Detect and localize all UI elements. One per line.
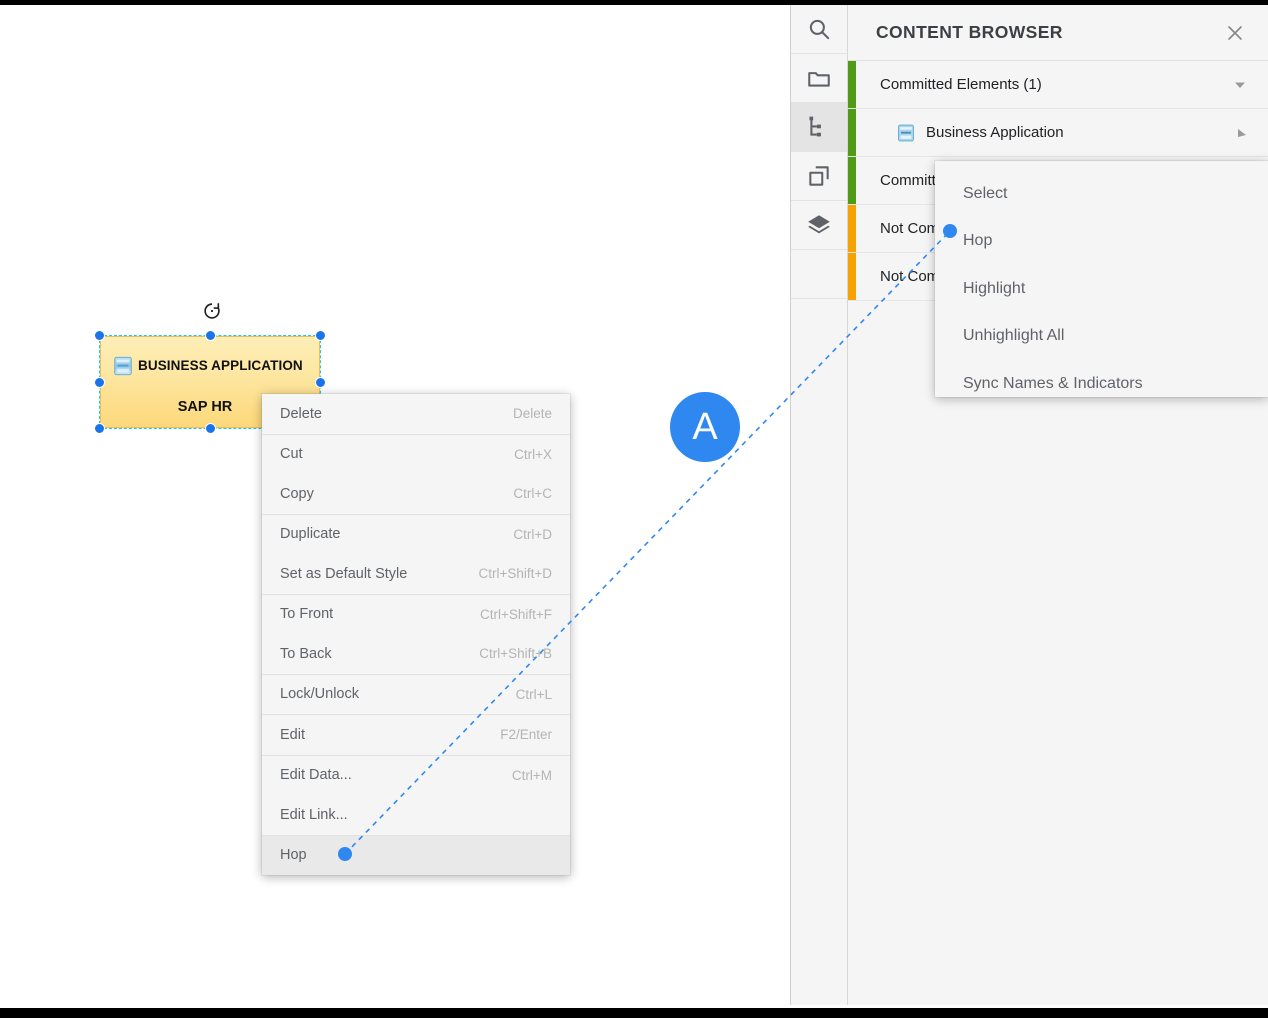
hop-submenu[interactable]: Select Hop Highlight Unhighlight All Sync Na… [935, 161, 1268, 397]
context-menu-group: Hop [262, 835, 570, 875]
status-badge [848, 253, 856, 300]
context-menu-item-label: Cut [280, 446, 303, 463]
context-menu-item[interactable]: Duplicate Ctrl+D [262, 515, 570, 555]
context-menu-item-label: To Back [280, 645, 332, 662]
annotation-marker-label: A [692, 406, 718, 448]
context-menu-item-label: Delete [280, 405, 322, 422]
context-menu-item-shortcut: Ctrl+C [513, 486, 552, 502]
content-browser: CONTENT BROWSER Committed Elements (1) Bu… [848, 5, 1268, 1005]
resize-handle-ne[interactable] [315, 330, 326, 341]
content-browser-header: CONTENT BROWSER [848, 5, 1268, 61]
context-menu-item-label: Edit [280, 726, 305, 743]
app-root: BUSINESS APPLICATION SAP HR Delete Delete… [0, 0, 1268, 1018]
context-menu-group: To Front Ctrl+Shift+F To Back Ctrl+Shift+B [262, 595, 570, 675]
annotation-marker-a: A [670, 392, 740, 462]
context-menu-item-label: Edit Data... [280, 767, 352, 784]
context-menu-item[interactable]: Cut Ctrl+X [262, 435, 570, 475]
folder-icon[interactable] [791, 54, 847, 103]
context-menu-item-label: Duplicate [280, 526, 341, 543]
submenu-item[interactable]: Unhighlight All [935, 313, 1268, 361]
context-menu-item[interactable]: Hop [262, 835, 570, 875]
shape-title: BUSINESS APPLICATION [138, 358, 303, 373]
context-menu-item-shortcut: Ctrl+Shift+F [479, 606, 552, 622]
context-menu-item[interactable]: Edit Data... Ctrl+M [262, 756, 570, 796]
resize-handle-s[interactable] [205, 423, 216, 434]
arrow-right-icon[interactable] [1236, 127, 1248, 139]
submenu-item-label: Highlight [963, 279, 1026, 297]
right-panel: CONTENT BROWSER Committed Elements (1) Bu… [790, 5, 1268, 1005]
rail-spacer [791, 250, 847, 299]
context-menu-item-label: Edit Link... [280, 806, 348, 823]
resize-handle-sw[interactable] [94, 423, 105, 434]
table-row[interactable]: Committed Elements (1) [848, 61, 1268, 109]
context-menu-item-label: Set as Default Style [280, 565, 408, 582]
submenu-item-label: Hop [963, 232, 993, 250]
context-menu-item-shortcut: Ctrl+D [513, 526, 552, 542]
page-title: CONTENT BROWSER [876, 22, 1063, 42]
submenu-item[interactable]: Hop [935, 218, 1268, 266]
context-menu-item[interactable]: Lock/Unlock Ctrl+L [262, 675, 570, 715]
context-menu-item-shortcut: Ctrl+L [515, 686, 552, 702]
context-menu-group: Cut Ctrl+X Copy Ctrl+C [262, 435, 570, 515]
context-menu-item-shortcut: Delete [512, 406, 552, 422]
chevron-down-icon[interactable] [1232, 77, 1248, 93]
status-badge [848, 109, 856, 156]
status-badge [848, 61, 856, 108]
context-menu-group: Duplicate Ctrl+D Set as Default Style Ctrl+… [262, 515, 570, 595]
tree-icon[interactable] [791, 103, 847, 152]
context-menu-item[interactable]: Edit F2/Enter [262, 715, 570, 755]
table-row-label: Business Application [926, 124, 1064, 141]
context-menu-item-shortcut: Ctrl+M [511, 767, 552, 783]
resize-handle-nw[interactable] [94, 330, 105, 341]
submenu-item-label: Sync Names & Indicators [963, 374, 1143, 392]
panel-icon-rail[interactable] [791, 5, 848, 1005]
context-menu-item-label: Lock/Unlock [280, 686, 359, 703]
bottom-black-border [0, 1008, 1268, 1018]
status-badge [848, 205, 856, 252]
search-icon[interactable] [791, 5, 847, 54]
shape-context-menu[interactable]: Delete Delete Cut Ctrl+X Copy Ctrl+C Duplicate… [262, 394, 570, 875]
business-application-icon [114, 356, 132, 376]
layers-icon[interactable] [791, 201, 847, 250]
context-menu-item[interactable]: Copy Ctrl+C [262, 474, 570, 514]
context-menu-item-label: Hop [280, 847, 307, 864]
context-menu-item-shortcut: Ctrl+X [514, 446, 552, 462]
context-menu-item[interactable]: Set as Default Style Ctrl+Shift+D [262, 554, 570, 594]
context-menu-group: Edit F2/Enter [262, 715, 570, 756]
business-application-icon [898, 124, 914, 142]
context-menu-item-shortcut: F2/Enter [500, 727, 552, 743]
copy-icon[interactable] [791, 152, 847, 201]
context-menu-item-label: To Front [280, 606, 334, 623]
submenu-item[interactable]: Sync Names & Indicators [935, 360, 1268, 408]
resize-handle-n[interactable] [205, 330, 216, 341]
context-menu-group: Edit Data... Ctrl+M Edit Link... [262, 756, 570, 836]
table-row-label: Committed Elements (1) [880, 76, 1042, 93]
status-badge [848, 157, 856, 204]
context-menu-item-shortcut: Ctrl+Shift+B [479, 646, 552, 662]
submenu-item[interactable]: Highlight [935, 265, 1268, 313]
context-menu-item-shortcut: Ctrl+Shift+D [478, 566, 552, 582]
context-menu-group: Delete Delete [262, 394, 570, 435]
annotation-dot-source [338, 847, 352, 861]
resize-handle-w[interactable] [94, 377, 105, 388]
context-menu-group: Lock/Unlock Ctrl+L [262, 675, 570, 715]
resize-handle-e[interactable] [315, 377, 326, 388]
context-menu-item[interactable]: Delete Delete [262, 394, 570, 434]
context-menu-item[interactable]: To Back Ctrl+Shift+B [262, 634, 570, 674]
annotation-dot-target [943, 224, 957, 238]
submenu-item[interactable]: Select [935, 170, 1268, 218]
context-menu-item[interactable]: Edit Link... [262, 795, 570, 835]
context-menu-item[interactable]: To Front Ctrl+Shift+F [262, 595, 570, 635]
submenu-item-label: Unhighlight All [963, 327, 1065, 345]
close-icon[interactable] [1224, 22, 1246, 44]
submenu-item-label: Select [963, 184, 1008, 202]
context-menu-item-label: Copy [280, 485, 314, 502]
table-row[interactable]: Business Application [848, 109, 1268, 157]
rotate-icon[interactable] [199, 298, 225, 324]
